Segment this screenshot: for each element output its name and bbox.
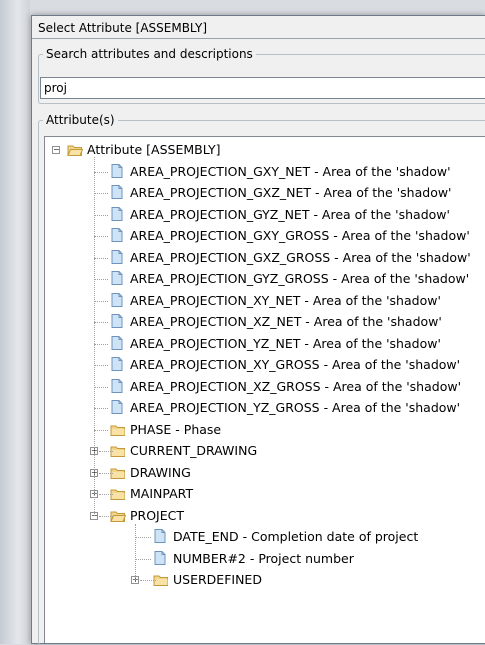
tree-connector bbox=[94, 279, 108, 280]
tree-item-label: AREA_PROJECTION_GXY_NET - Area of the 's… bbox=[130, 163, 451, 179]
tree-connector bbox=[94, 257, 108, 259]
tree-item-label: AREA_PROJECTION_GXZ_NET - Area of the 's… bbox=[130, 185, 452, 200]
root-collapse-expander[interactable]: − bbox=[52, 146, 60, 154]
tree-connector bbox=[99, 515, 113, 517]
folder-open-icon bbox=[110, 508, 127, 529]
attribute-tree[interactable]: Attribute [ASSEMBLY] − AREA_PROJECTION_GX… bbox=[44, 136, 485, 643]
tree-item-3[interactable]: AREA_PROJECTION_GXY_GROSS - Area of the … bbox=[110, 225, 485, 246]
tree-connector bbox=[99, 472, 113, 474]
search-input[interactable] bbox=[40, 77, 485, 99]
tree-item-15[interactable]: MAINPART bbox=[110, 483, 485, 504]
background-left bbox=[0, 0, 30, 644]
tree-item-label: AREA_PROJECTION_XY_NET - Area of the 'sh… bbox=[130, 292, 441, 308]
tree-item-label: AREA_PROJECTION_XZ_NET - Area of the 'sh… bbox=[130, 314, 442, 329]
tree-item-2[interactable]: AREA_PROJECTION_GYZ_NET - Area of the 's… bbox=[110, 204, 485, 225]
tree-item-5[interactable]: AREA_PROJECTION_GYZ_GROSS - Area of the … bbox=[110, 268, 485, 289]
tree-connector bbox=[94, 343, 108, 345]
project-child-1[interactable]: NUMBER#2 - Project number bbox=[153, 548, 485, 569]
tree-item-label: AREA_PROJECTION_GYZ_NET - Area of the 's… bbox=[130, 206, 450, 222]
tree-connector bbox=[99, 451, 113, 452]
tree-connector bbox=[94, 214, 108, 216]
tree-connector bbox=[140, 580, 156, 581]
tree-item-1[interactable]: AREA_PROJECTION_GXZ_NET - Area of the 's… bbox=[110, 182, 485, 203]
tree-item-label: AREA_PROJECTION_YZ_GROSS - Area of the '… bbox=[130, 400, 461, 415]
tree-connector bbox=[135, 537, 151, 538]
tree-connector bbox=[135, 558, 151, 560]
folder-icon bbox=[153, 572, 169, 593]
tree-item-label: DRAWING bbox=[130, 464, 191, 480]
attributes-group-label: Attribute(s) bbox=[43, 112, 118, 128]
tree-item-9[interactable]: AREA_PROJECTION_XY_GROSS - Area of the '… bbox=[110, 354, 485, 375]
tree-connector bbox=[94, 171, 108, 173]
tree-item-7[interactable]: AREA_PROJECTION_XZ_NET - Area of the 'sh… bbox=[110, 311, 485, 332]
tree-item-6[interactable]: AREA_PROJECTION_XY_NET - Area of the 'sh… bbox=[110, 290, 485, 311]
tree-item-11[interactable]: AREA_PROJECTION_YZ_GROSS - Area of the '… bbox=[110, 397, 485, 418]
tree-guide-level2 bbox=[135, 523, 136, 580]
select-attribute-dialog: Select Attribute [ASSEMBLY] Search attri… bbox=[31, 15, 485, 645]
tree-item-label: AREA_PROJECTION_YZ_NET - Area of the 'sh… bbox=[130, 335, 441, 351]
tree-connector bbox=[94, 322, 108, 323]
tree-item-label: MAINPART bbox=[130, 486, 194, 501]
tree-item-label: USERDEFINED bbox=[173, 572, 262, 587]
tree-item-13[interactable]: CURRENT_DRAWING bbox=[110, 440, 485, 461]
tree-item-label: PHASE - Phase bbox=[130, 421, 222, 437]
tree-item-label: NUMBER#2 - Project number bbox=[173, 550, 354, 566]
tree-item-label: DATE_END - Completion date of project bbox=[173, 529, 419, 544]
project-child-2[interactable]: USERDEFINED bbox=[153, 569, 485, 590]
title-separator bbox=[32, 38, 485, 39]
tree-connector bbox=[94, 408, 108, 409]
tree-connector bbox=[94, 386, 108, 388]
project-child-0[interactable]: DATE_END - Completion date of project bbox=[153, 526, 485, 547]
folder-open-icon bbox=[67, 142, 84, 163]
tree-item-16[interactable]: PROJECT bbox=[110, 505, 485, 526]
tree-item-label: PROJECT bbox=[130, 507, 185, 523]
tree-connector bbox=[94, 300, 108, 302]
tree-item-label: CURRENT_DRAWING bbox=[130, 443, 258, 458]
tree-item-label: AREA_PROJECTION_XZ_GROSS - Area of the '… bbox=[130, 378, 462, 394]
tree-item-14[interactable]: DRAWING bbox=[110, 462, 485, 483]
tree-item-0[interactable]: AREA_PROJECTION_GXY_NET - Area of the 's… bbox=[110, 161, 485, 182]
dialog-title: Select Attribute [ASSEMBLY] bbox=[38, 21, 208, 35]
tree-connector bbox=[94, 193, 108, 194]
tree-connector bbox=[99, 494, 113, 495]
tree-item-label: Attribute [ASSEMBLY] bbox=[87, 142, 221, 157]
tree-connector bbox=[94, 236, 108, 237]
tree-root[interactable]: Attribute [ASSEMBLY] bbox=[67, 139, 485, 160]
tree-item-12[interactable]: PHASE - Phase bbox=[110, 419, 485, 440]
tree-item-label: AREA_PROJECTION_XY_GROSS - Area of the '… bbox=[130, 357, 461, 372]
tree-item-8[interactable]: AREA_PROJECTION_YZ_NET - Area of the 'sh… bbox=[110, 333, 485, 354]
tree-connector bbox=[94, 365, 108, 366]
tree-connector bbox=[94, 429, 108, 431]
tree-guide-level1 bbox=[94, 157, 95, 516]
tree-item-label: AREA_PROJECTION_GYZ_GROSS - Area of the … bbox=[130, 271, 470, 286]
tree-item-4[interactable]: AREA_PROJECTION_GXZ_GROSS - Area of the … bbox=[110, 247, 485, 268]
tree-item-10[interactable]: AREA_PROJECTION_XZ_GROSS - Area of the '… bbox=[110, 376, 485, 397]
tree-item-label: AREA_PROJECTION_GXZ_GROSS - Area of the … bbox=[130, 249, 471, 265]
tree-item-label: AREA_PROJECTION_GXY_GROSS - Area of the … bbox=[130, 228, 470, 243]
search-group-label: Search attributes and descriptions bbox=[43, 46, 256, 62]
